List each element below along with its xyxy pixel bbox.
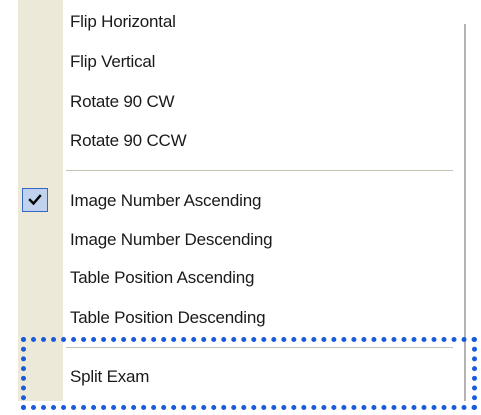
menu-item-image-number-ascending[interactable]: Image Number Ascending [18, 183, 453, 219]
checkmark-icon [28, 194, 42, 206]
menu-item-label: Image Number Descending [70, 230, 273, 249]
menu-item-label: Rotate 90 CW [70, 92, 175, 111]
menu-item-table-position-ascending[interactable]: Table Position Ascending [18, 260, 453, 296]
menu-item-label: Flip Vertical [70, 52, 156, 71]
menu-item-flip-horizontal[interactable]: Flip Horizontal [18, 4, 453, 40]
menu-item-label: Image Number Ascending [70, 191, 262, 210]
menu-separator [66, 347, 453, 351]
check-indicator [22, 188, 48, 212]
menu-item-label: Rotate 90 CCW [70, 131, 187, 150]
menu-item-split-exam[interactable]: Split Exam [18, 359, 453, 395]
menu-item-label: Flip Horizontal [70, 12, 176, 31]
menu-separator [66, 170, 453, 174]
menu-item-rotate-90-ccw[interactable]: Rotate 90 CCW [18, 123, 453, 159]
menu-item-table-position-descending[interactable]: Table Position Descending [18, 300, 453, 336]
context-menu: Flip Horizontal Flip Vertical Rotate 90 … [18, 0, 464, 401]
menu-item-label: Split Exam [70, 367, 150, 386]
menu-item-label: Table Position Descending [70, 308, 266, 327]
menu-item-image-number-descending[interactable]: Image Number Descending [18, 222, 453, 258]
menu-item-flip-vertical[interactable]: Flip Vertical [18, 44, 453, 80]
menu-item-label: Table Position Ascending [70, 268, 255, 287]
menu-item-rotate-90-cw[interactable]: Rotate 90 CW [18, 84, 453, 120]
